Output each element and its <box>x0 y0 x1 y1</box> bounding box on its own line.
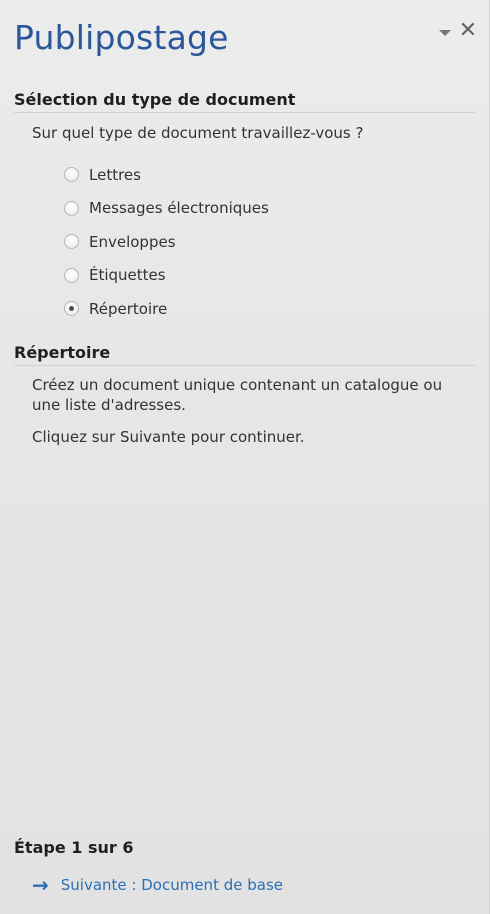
pane-title: Publipostage <box>14 18 229 57</box>
document-type-question: Sur quel type de document travaillez-vou… <box>32 124 364 142</box>
option-etiquettes[interactable]: Étiquettes <box>64 259 269 293</box>
radio-lettres[interactable] <box>64 167 79 183</box>
continue-instruction: Cliquez sur Suivante pour continuer. <box>32 428 305 446</box>
radio-repertoire[interactable] <box>64 301 79 317</box>
radio-enveloppes[interactable] <box>64 234 79 250</box>
next-step-label[interactable]: Suivante : Document de base <box>61 876 283 894</box>
radio-etiquettes[interactable] <box>64 267 79 283</box>
option-lettres[interactable]: Lettres <box>64 158 269 192</box>
dropdown-arrow-icon[interactable] <box>439 30 451 36</box>
repertoire-description: Créez un document unique contenant un ca… <box>32 376 443 414</box>
option-enveloppes[interactable]: Enveloppes <box>64 225 269 259</box>
step-indicator: Étape 1 sur 6 <box>14 838 134 857</box>
arrow-right-icon: → <box>32 873 49 897</box>
document-type-options: Lettres Messages électroniques Enveloppe… <box>64 158 269 326</box>
option-label: Enveloppes <box>89 232 176 251</box>
close-icon[interactable]: ✕ <box>457 20 479 42</box>
document-type-heading: Sélection du type de document <box>14 90 475 113</box>
option-label: Lettres <box>89 165 141 184</box>
option-label: Messages électroniques <box>89 199 269 218</box>
option-repertoire[interactable]: Répertoire <box>64 292 269 326</box>
option-messages-electroniques[interactable]: Messages électroniques <box>64 192 269 226</box>
next-step-link[interactable]: → Suivante : Document de base <box>32 875 283 895</box>
radio-messages-electroniques[interactable] <box>64 200 79 216</box>
repertoire-heading: Répertoire <box>14 343 475 366</box>
option-label: Étiquettes <box>89 266 166 285</box>
option-label: Répertoire <box>89 299 168 318</box>
pane-header: Publipostage ✕ <box>14 14 479 70</box>
mail-merge-pane: Publipostage ✕ Sélection du type de docu… <box>0 0 490 914</box>
